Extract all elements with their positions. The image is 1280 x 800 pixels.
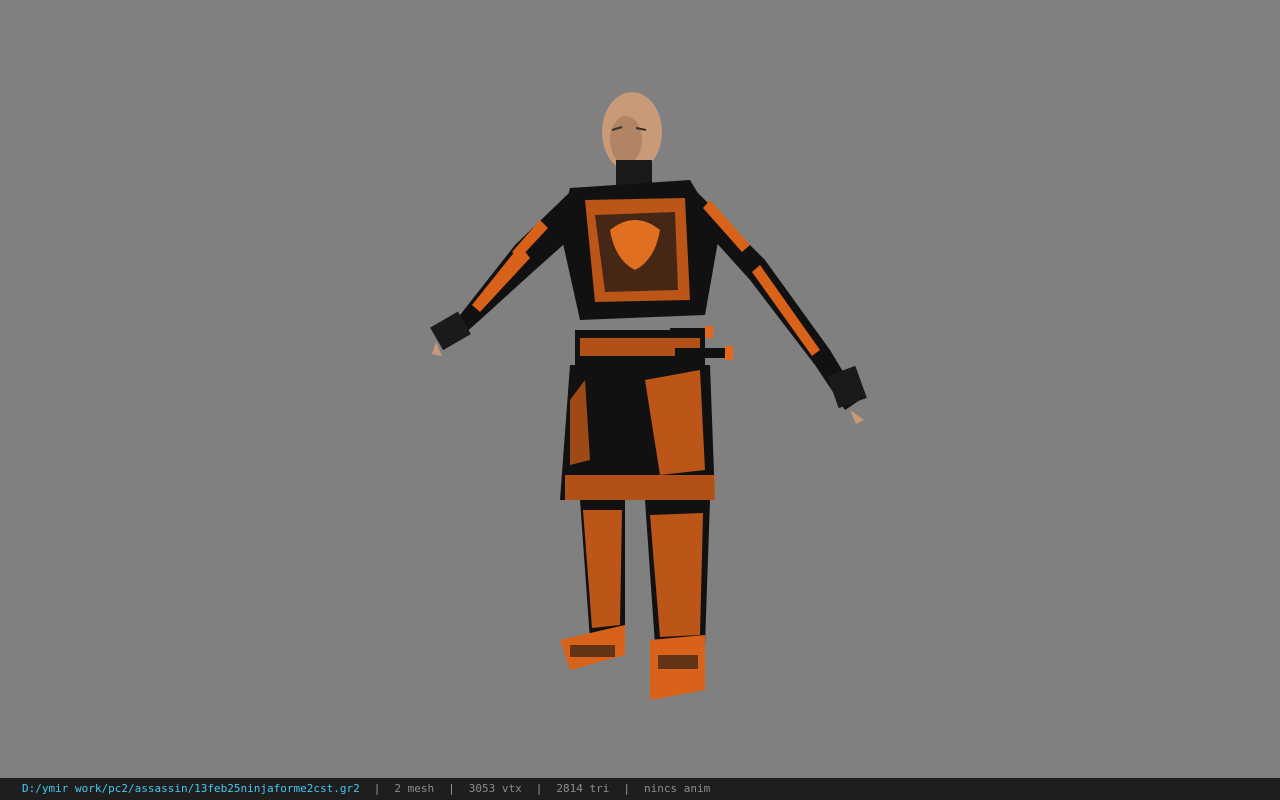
file-path: D:/ymir work/pc2/assassin/13feb25ninjafo… [22, 782, 360, 795]
vertex-count: 3053 vtx [468, 782, 522, 795]
3d-viewport[interactable] [0, 0, 1280, 778]
separator: | [623, 782, 630, 795]
triangle-count: 2814 tri [556, 782, 610, 795]
character-model-icon [430, 92, 867, 700]
separator: | [373, 782, 381, 795]
status-bar: D:/ymir work/pc2/assassin/13feb25ninjafo… [0, 778, 1280, 800]
separator: | [535, 782, 543, 795]
mesh-count: 2 mesh [394, 782, 435, 795]
separator: | [448, 782, 455, 795]
animation-status: nincs anim [643, 782, 711, 795]
